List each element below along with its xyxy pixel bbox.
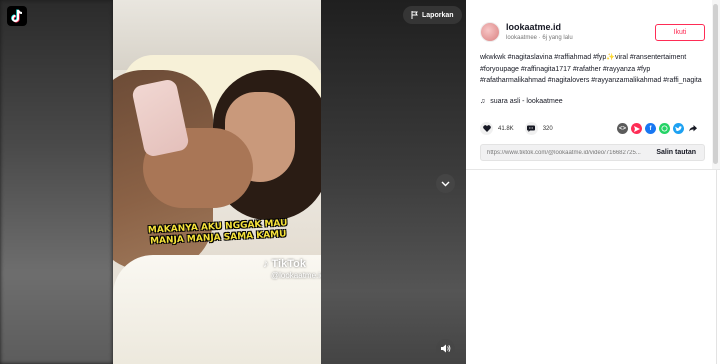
flag-icon (411, 11, 418, 19)
chevron-down-icon (441, 181, 450, 186)
next-video-button[interactable] (436, 174, 455, 193)
volume-button[interactable] (436, 339, 455, 358)
author-subline: lookaatmee · 6j yang lalu (506, 35, 573, 41)
music-link[interactable]: ♫ suara asli - lookaatmee (480, 98, 563, 105)
video-blur-background-left (0, 0, 113, 364)
panel-scrollbar-thumb[interactable] (713, 4, 718, 164)
tiktok-note-icon: ♪ (263, 258, 269, 270)
share-options: <> f (617, 123, 698, 134)
tiktok-watermark: ♪ TikTok @lookaatme.id (263, 258, 321, 280)
like-button[interactable] (480, 122, 493, 135)
comment-count: 320 (542, 125, 553, 132)
panel-edge-divider (716, 170, 717, 364)
author-username[interactable]: lookaatme.id (506, 22, 573, 32)
panel-divider (466, 169, 720, 170)
twitter-share-button[interactable] (673, 123, 684, 134)
tiktok-logo-icon[interactable] (7, 6, 27, 26)
music-title[interactable]: suara asli - lookaatmee (490, 98, 562, 105)
heart-icon (482, 125, 491, 132)
facebook-icon: f (649, 125, 652, 132)
author-header: lookaatme.id lookaatmee · 6j yang lalu (480, 22, 573, 42)
copy-link-row: https://www.tiktok.com/@lookaatme.id/vid… (480, 144, 705, 161)
avatar[interactable] (480, 22, 500, 42)
comment-icon (527, 125, 536, 132)
watermark-username: @lookaatme.id (271, 271, 321, 280)
embed-icon: <> (618, 125, 626, 132)
comment-button[interactable] (524, 122, 538, 135)
send-icon (633, 125, 640, 132)
whatsapp-share-button[interactable] (659, 123, 670, 134)
watermark-logo-text: TikTok (271, 258, 306, 270)
speaker-icon (440, 344, 450, 353)
music-note-icon: ♫ (480, 98, 486, 105)
engagement-actions: 41.8K 320 (480, 122, 559, 135)
whatsapp-icon (661, 125, 668, 132)
twitter-bird-icon (675, 125, 682, 131)
copy-link-button[interactable]: Salin tautan (648, 149, 704, 156)
more-share-button[interactable] (687, 123, 698, 134)
video-url-field[interactable]: https://www.tiktok.com/@lookaatme.id/vid… (481, 150, 648, 156)
follow-button[interactable]: Ikuti (655, 24, 705, 41)
video-player[interactable]: MAKANYA AKU NGGAK MAU MANJA MANJA SAMA K… (0, 0, 466, 364)
report-label: Laporkan (422, 11, 454, 19)
send-share-button[interactable] (631, 123, 642, 134)
report-button[interactable]: Laporkan (403, 6, 462, 24)
facebook-share-button[interactable]: f (645, 123, 656, 134)
video-frame[interactable]: MAKANYA AKU NGGAK MAU MANJA MANJA SAMA K… (113, 0, 321, 364)
embed-share-button[interactable]: <> (617, 123, 628, 134)
video-description: wkwkwk #nagitaslavina #raffiahmad #fyp✨v… (480, 54, 702, 84)
like-count: 41.8K (498, 125, 514, 132)
share-arrow-icon (688, 125, 697, 132)
